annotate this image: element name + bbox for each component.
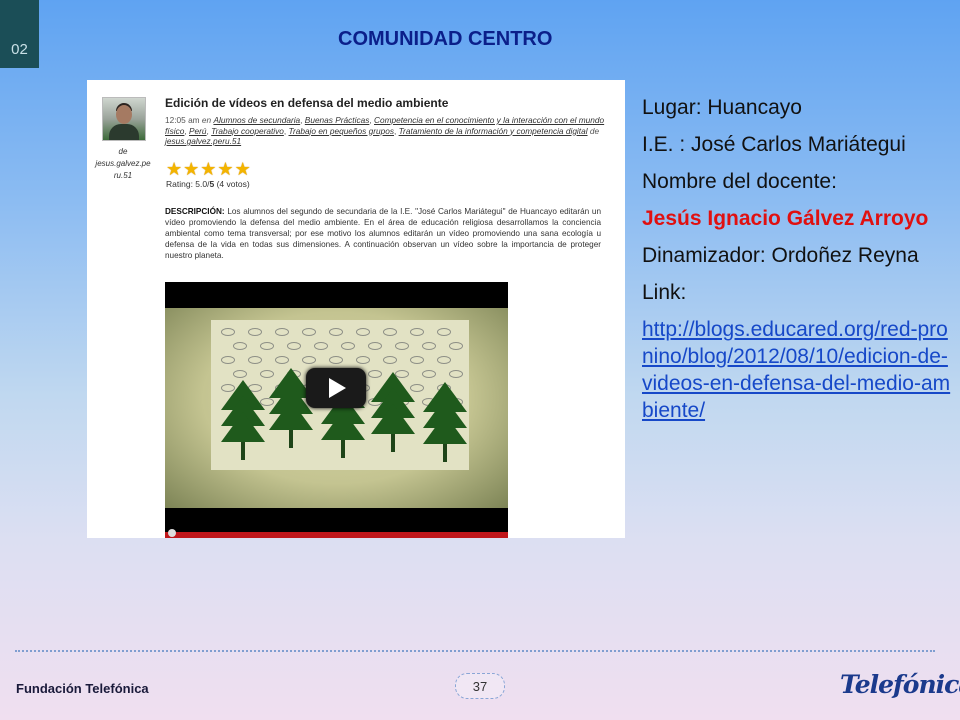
post-time: 12:05 am: [165, 115, 200, 125]
star-icon[interactable]: ★: [183, 160, 199, 178]
scene-decoration: [221, 356, 235, 364]
progress-handle[interactable]: [168, 529, 176, 537]
scene-decoration: [329, 356, 343, 364]
category-link[interactable]: Trabajo en pequeños grupos: [289, 126, 394, 136]
blog-post-screenshot: de jesus.galvez.peru.51 Edición de vídeo…: [87, 80, 625, 538]
tree-shape: [321, 410, 365, 440]
slide-title: COMUNIDAD CENTRO: [338, 28, 553, 50]
link-label: Link:: [642, 281, 687, 304]
scene-decoration: [422, 370, 436, 378]
star-icon[interactable]: ★: [200, 160, 216, 178]
tree-shape: [269, 400, 313, 430]
scene-decoration: [314, 342, 328, 350]
location: Lugar: Huancayo: [642, 96, 802, 119]
author-name[interactable]: de jesus.galvez.peru.51: [95, 146, 151, 182]
scene-decoration: [356, 356, 370, 364]
footer-organization: Fundación Telefónica: [16, 681, 149, 696]
description-label: DESCRIPCIÓN:: [165, 207, 225, 216]
scene-decoration: [329, 328, 343, 336]
teacher-label: Nombre del docente:: [642, 170, 837, 193]
scene-decoration: [287, 342, 301, 350]
tree-trunk: [341, 440, 345, 458]
project-info: Lugar: Huancayo I.E. : José Carlos Mariá…: [642, 94, 954, 424]
scene-decoration: [233, 342, 247, 350]
school: I.E. : José Carlos Mariátegui: [642, 133, 906, 156]
rating-stars[interactable]: ★ ★ ★ ★ ★: [166, 160, 251, 178]
description-text: Los alumnos del segundo de secundaria de…: [165, 207, 601, 260]
scene-decoration: [410, 356, 424, 364]
tree-shape: [221, 412, 265, 442]
scene-decoration: [248, 356, 262, 364]
footer-divider: [15, 650, 935, 652]
star-icon[interactable]: ★: [235, 160, 251, 178]
scene-decoration: [422, 342, 436, 350]
tree-trunk: [241, 442, 245, 460]
category-link[interactable]: Alumnos de secundaria: [213, 115, 300, 125]
video-frame: [165, 308, 508, 508]
video-player[interactable]: [165, 282, 508, 538]
teacher-name: Jesús Ignacio Gálvez Arroyo: [642, 207, 929, 230]
post-meta: 12:05 am en Alumnos de secundaria, Buena…: [165, 115, 605, 146]
scene-decoration: [437, 356, 451, 364]
tree-shape: [371, 404, 415, 434]
page-number: 37: [455, 673, 505, 699]
slide-number-tab: 02: [0, 0, 39, 68]
tree-shape: [423, 414, 467, 444]
telefonica-logo: Telefónica: [840, 670, 960, 699]
slide-number: 02: [11, 41, 28, 58]
scene-decoration: [410, 328, 424, 336]
scene-decoration: [275, 328, 289, 336]
star-icon[interactable]: ★: [217, 160, 233, 178]
project-link[interactable]: http://blogs.educared.org/red-pronino/bl…: [642, 318, 950, 422]
scene-decoration: [449, 342, 463, 350]
scene-decoration: [341, 342, 355, 350]
category-link[interactable]: Trabajo cooperativo: [211, 126, 284, 136]
scene-decoration: [302, 328, 316, 336]
category-link[interactable]: Perú: [189, 126, 207, 136]
scene-decoration: [395, 342, 409, 350]
scene-decoration: [383, 356, 397, 364]
tree-trunk: [391, 434, 395, 452]
star-icon[interactable]: ★: [166, 160, 182, 178]
tree-trunk: [443, 444, 447, 462]
video-progress-bar[interactable]: [165, 532, 508, 538]
scene-decoration: [449, 370, 463, 378]
author-avatar[interactable]: [102, 97, 146, 141]
post-title[interactable]: Edición de vídeos en defensa del medio a…: [165, 96, 448, 110]
scene-decoration: [221, 328, 235, 336]
scene-decoration: [248, 328, 262, 336]
scene-decoration: [260, 342, 274, 350]
category-link[interactable]: Tratamiento de la información y competen…: [399, 126, 588, 136]
scene-decoration: [368, 342, 382, 350]
author-link[interactable]: jesus.galvez.peru.51: [165, 136, 241, 146]
rating-text: Rating: 5.0/5 (4 votos): [166, 179, 250, 189]
play-button-icon[interactable]: [306, 368, 366, 408]
scene-decoration: [437, 328, 451, 336]
post-description: DESCRIPCIÓN: Los alumnos del segundo de …: [165, 206, 601, 261]
facilitator: Dinamizador: Ordoñez Reyna: [642, 244, 919, 267]
scene-decoration: [233, 370, 247, 378]
scene-decoration: [275, 356, 289, 364]
scene-decoration: [356, 328, 370, 336]
scene-decoration: [302, 356, 316, 364]
tree-trunk: [289, 430, 293, 448]
scene-decoration: [383, 328, 397, 336]
category-link[interactable]: Buenas Prácticas: [305, 115, 370, 125]
